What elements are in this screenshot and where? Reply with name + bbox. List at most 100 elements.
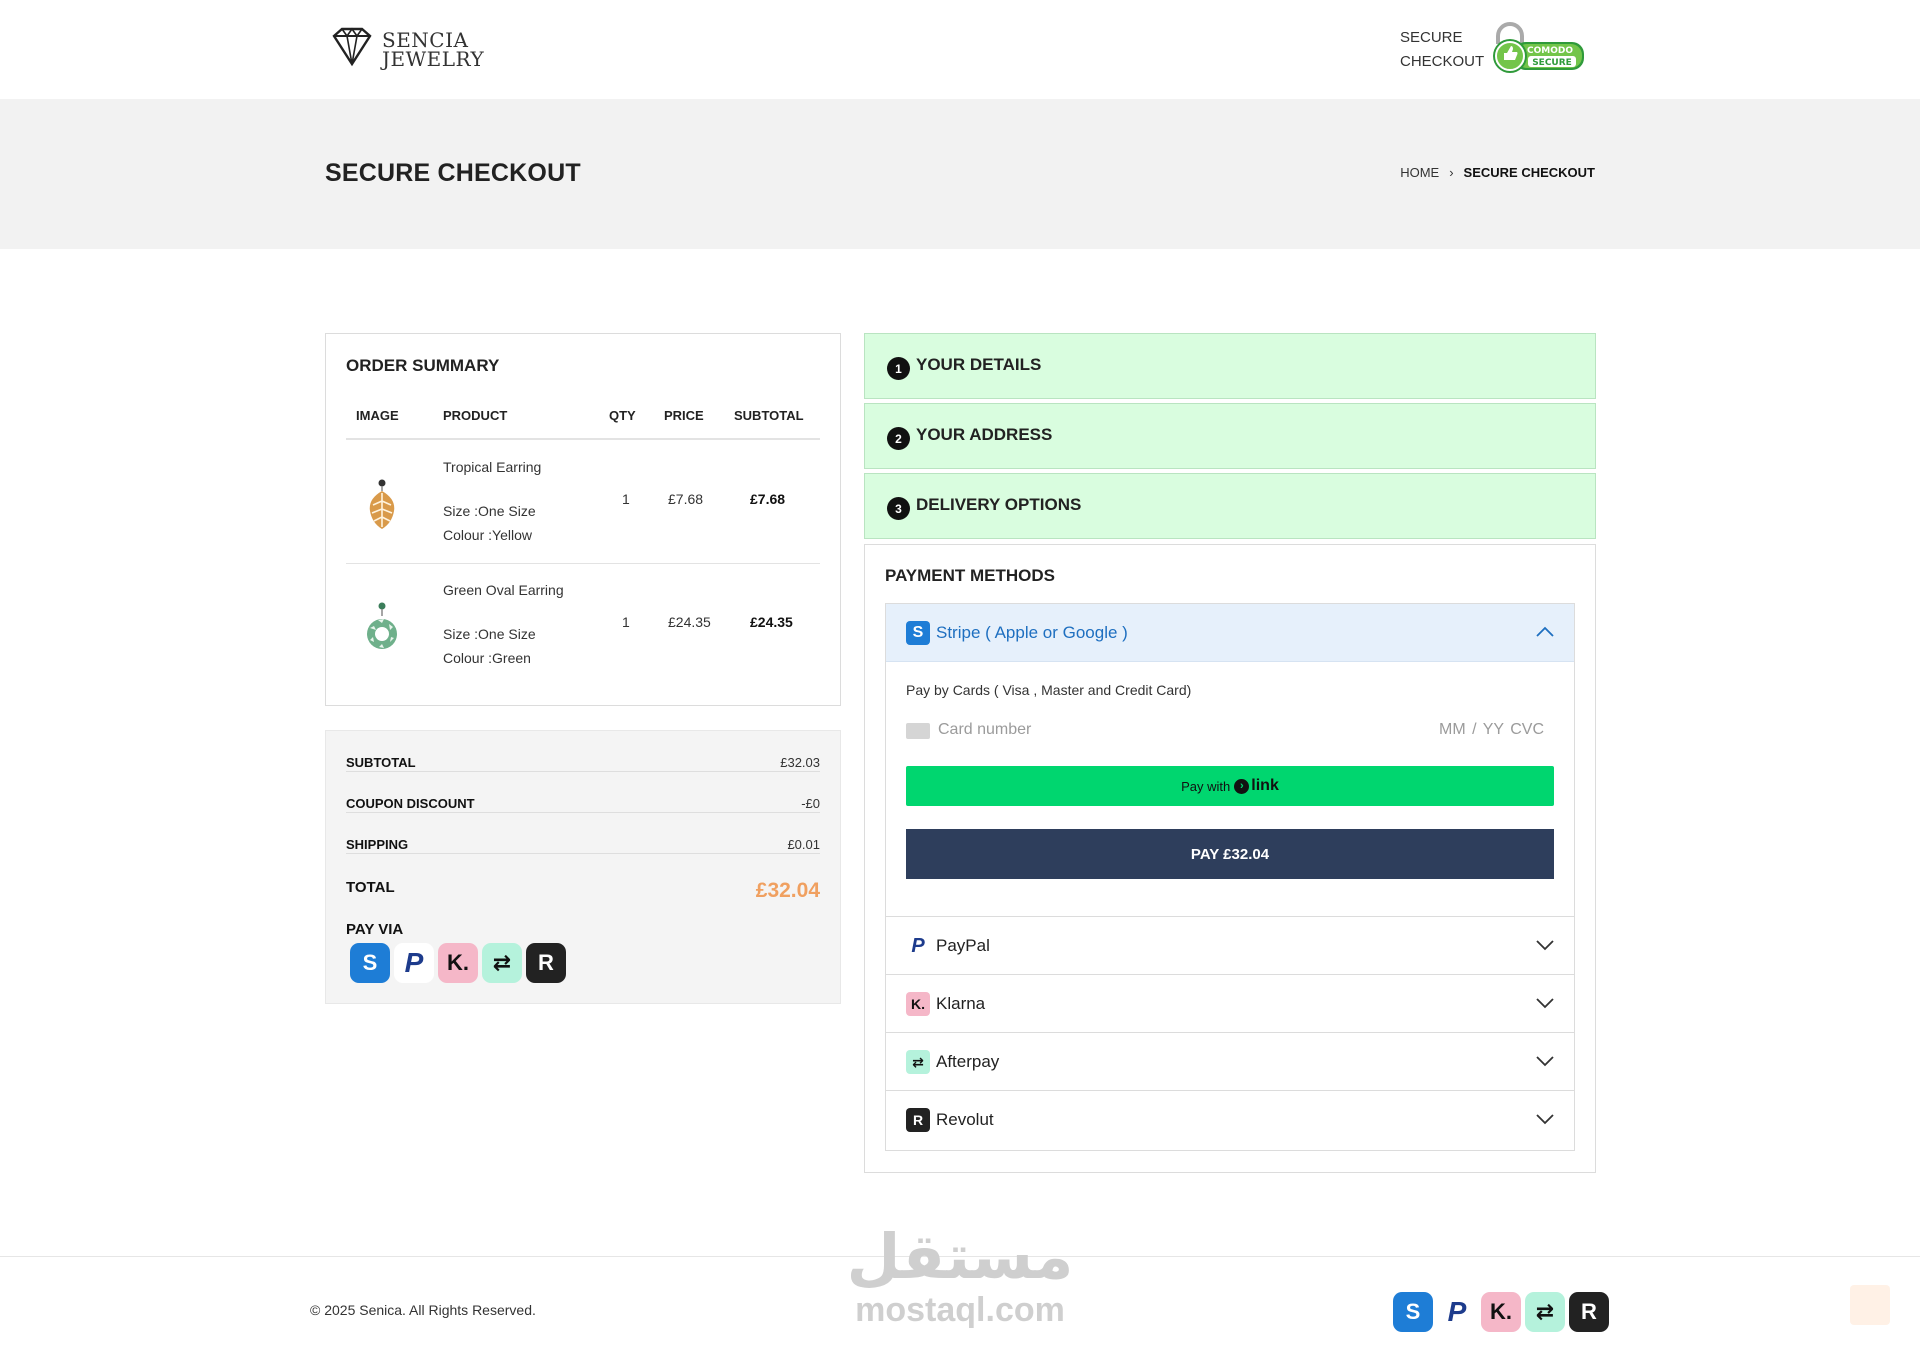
comodo-line1: COMODO	[1527, 46, 1573, 56]
breadcrumb: HOME › SECURE CHECKOUT	[1400, 165, 1595, 180]
afterpay-icon: ⇄	[1525, 1292, 1565, 1332]
product-name[interactable]: Tropical Earring	[443, 459, 541, 475]
product-price: £24.35	[668, 614, 711, 630]
revolut-icon: R	[1569, 1292, 1609, 1332]
klarna-icon: K.	[438, 943, 478, 983]
card-number-input[interactable]: Card number MM / YY CVC	[906, 718, 1554, 744]
method-klarna[interactable]: K. Klarna	[886, 974, 1574, 1032]
green-oval-earring-image[interactable]	[364, 602, 400, 657]
credit-card-icon	[906, 723, 930, 739]
pay-with-label: Pay with	[1181, 778, 1231, 794]
comodo-secure-badge: COMODO SECURE	[1488, 20, 1586, 81]
subtotal-label: SUBTOTAL	[346, 755, 416, 770]
chevron-down-icon[interactable]	[1536, 938, 1554, 956]
stripe-icon: S	[1393, 1292, 1433, 1332]
chevron-up-icon[interactable]	[1536, 625, 1554, 643]
chevron-down-icon[interactable]	[1536, 996, 1554, 1014]
klarna-icon: K.	[1481, 1292, 1521, 1332]
copyright-text: © 2025 Senica. All Rights Reserved.	[310, 1302, 536, 1318]
product-subtotal: £7.68	[750, 491, 786, 507]
scroll-to-top-button[interactable]	[1850, 1285, 1890, 1325]
col-price: PRICE	[664, 408, 704, 423]
product-size: Size :One Size	[443, 503, 536, 519]
expiry-cvc-placeholder[interactable]: MM / YY CVC	[1439, 721, 1544, 739]
product-name[interactable]: Green Oval Earring	[443, 582, 564, 598]
secure-line2: CHECKOUT	[1400, 53, 1485, 70]
stripe-method-label: Stripe ( Apple or Google )	[936, 623, 1128, 642]
total-value: £32.04	[755, 879, 820, 902]
method-paypal[interactable]: P PayPal	[886, 916, 1574, 974]
logo-line2: JEWELRY	[382, 46, 485, 71]
breadcrumb-current: SECURE CHECKOUT	[1463, 165, 1595, 180]
step-delivery-options[interactable]: 3 DELIVERY OPTIONS	[864, 473, 1596, 539]
page-title: SECURE CHECKOUT	[325, 159, 581, 187]
product-qty: 1	[622, 491, 630, 507]
tropical-earring-image[interactable]	[364, 479, 400, 534]
stripe-icon: S	[350, 943, 390, 983]
method-label: Afterpay	[936, 1052, 1000, 1071]
breadcrumb-home[interactable]: HOME	[1400, 165, 1439, 180]
klarna-icon: K.	[906, 992, 930, 1016]
table-row: Green Oval Earring Size :One Size Colour…	[346, 564, 820, 687]
card-number-placeholder: Card number	[938, 721, 1032, 738]
pay-with-link-button[interactable]: Pay with › link	[906, 766, 1554, 806]
col-qty: QTY	[609, 408, 636, 423]
revolut-icon: R	[526, 943, 566, 983]
step-your-details[interactable]: 1 YOUR DETAILS	[864, 333, 1596, 399]
step-title: YOUR ADDRESS	[916, 425, 1053, 444]
step-number: 2	[887, 427, 910, 450]
diamond-icon	[330, 26, 374, 73]
link-arrow-icon: ›	[1234, 778, 1250, 794]
site-header: SENCIA JEWELRY SECURE CHECKOUT COMODO SE…	[0, 0, 1920, 99]
subtotal-row: SUBTOTAL £32.03	[346, 731, 820, 772]
pay-via-label: PAY VIA	[346, 921, 404, 938]
watermark: مستقل mostaql.com	[840, 1225, 1080, 1340]
secure-line1: SECURE	[1400, 29, 1463, 46]
paypal-icon: P	[394, 943, 434, 983]
method-revolut[interactable]: R Revolut	[886, 1090, 1574, 1148]
payment-methods-title: PAYMENT METHODS	[885, 566, 1056, 585]
product-subtotal: £24.35	[750, 614, 793, 630]
method-label: Revolut	[936, 1110, 994, 1129]
breadcrumb-separator-icon: ›	[1449, 165, 1454, 180]
method-label: PayPal	[936, 936, 990, 955]
stripe-icon: S	[906, 621, 930, 645]
method-label: Klarna	[936, 994, 986, 1013]
order-summary-card: ORDER SUMMARY IMAGE PRODUCT QTY PRICE SU…	[325, 333, 841, 706]
pay-via-icons: S P K. ⇄ R	[350, 943, 566, 983]
total-label: TOTAL	[346, 879, 395, 896]
payment-description: Pay by Cards ( Visa , Master and Credit …	[906, 682, 1192, 698]
afterpay-icon: ⇄	[906, 1050, 930, 1074]
col-image: IMAGE	[356, 408, 399, 423]
col-product: PRODUCT	[443, 408, 508, 423]
step-title: DELIVERY OPTIONS	[916, 495, 1082, 514]
product-colour: Colour :Green	[443, 650, 531, 666]
brand-logo[interactable]: SENCIA JEWELRY	[330, 26, 484, 73]
step-your-address[interactable]: 2 YOUR ADDRESS	[864, 403, 1596, 469]
comodo-line2: SECURE	[1532, 58, 1572, 68]
shipping-value: £0.01	[787, 837, 820, 852]
chevron-down-icon[interactable]	[1536, 1112, 1554, 1130]
totals-card: SUBTOTAL £32.03 COUPON DISCOUNT -£0 SHIP…	[325, 730, 841, 1004]
paypal-icon: P	[1437, 1292, 1477, 1332]
footer-payment-icons: S P K. ⇄ R	[1393, 1292, 1609, 1332]
stripe-method-header[interactable]: S Stripe ( Apple or Google )	[886, 604, 1574, 662]
shipping-row: SHIPPING £0.01	[346, 813, 820, 854]
coupon-value: -£0	[801, 796, 820, 811]
chevron-down-icon[interactable]	[1536, 1054, 1554, 1072]
coupon-label: COUPON DISCOUNT	[346, 796, 475, 811]
step-number: 3	[887, 497, 910, 520]
method-afterpay[interactable]: ⇄ Afterpay	[886, 1032, 1574, 1090]
watermark-arabic: مستقل	[846, 1223, 1074, 1292]
afterpay-icon: ⇄	[482, 943, 522, 983]
page-banner: SECURE CHECKOUT HOME › SECURE CHECKOUT	[0, 99, 1920, 249]
step-title: YOUR DETAILS	[916, 355, 1042, 374]
product-size: Size :One Size	[443, 626, 536, 642]
pay-now-button[interactable]: PAY £32.04	[906, 829, 1554, 879]
secure-checkout-label: SECURE CHECKOUT	[1400, 26, 1484, 74]
step-number: 1	[887, 357, 910, 380]
watermark-domain: mostaql.com	[855, 1291, 1065, 1329]
coupon-row: COUPON DISCOUNT -£0	[346, 772, 820, 813]
table-row: Tropical Earring Size :One Size Colour :…	[346, 441, 820, 564]
order-table-header: IMAGE PRODUCT QTY PRICE SUBTOTAL	[346, 408, 820, 440]
